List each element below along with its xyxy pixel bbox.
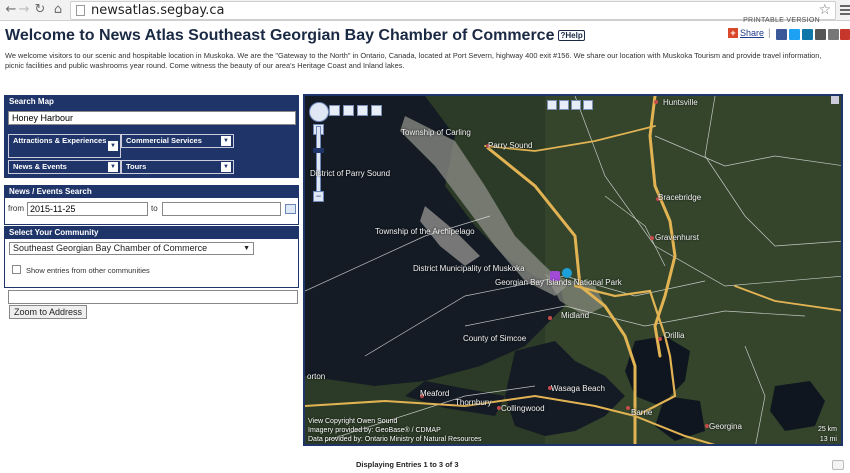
from-date-input[interactable]: [27, 202, 148, 216]
page-title-text: Welcome to News Atlas Southeast Georgian…: [5, 27, 555, 44]
email-icon[interactable]: [815, 29, 826, 40]
print-icon[interactable]: [828, 29, 839, 40]
zoom-slider-handle[interactable]: [313, 148, 324, 153]
map-label: Georgina: [709, 422, 742, 431]
search-map-panel: Search Map Attractions & Experiences ▼ C…: [4, 95, 299, 178]
map-view[interactable]: + − Huntsville Township of Carling Parry…: [303, 94, 843, 446]
hamburger-menu-icon[interactable]: [840, 3, 850, 17]
page-title: Welcome to News Atlas Southeast Georgian…: [5, 27, 585, 45]
chevron-down-icon: ▼: [108, 162, 118, 172]
intro-text: We welcome visitors to our scenic and ho…: [5, 51, 822, 70]
category-label: News & Events: [13, 162, 67, 171]
address-bar[interactable]: newsatlas.segbay.ca ☆: [70, 1, 836, 20]
to-label: to: [151, 204, 158, 213]
map-label: Bracebridge: [658, 193, 702, 202]
chevron-down-icon: ▼: [221, 162, 231, 172]
printable-version-link[interactable]: PRINTABLE VERSION: [743, 17, 820, 24]
show-other-label: Show entries from other communities: [26, 266, 150, 275]
map-search-input[interactable]: [8, 111, 296, 125]
page-icon: [76, 5, 85, 16]
calendar-icon[interactable]: [285, 204, 296, 214]
map-label: Orillia: [664, 331, 685, 340]
linkedin-icon[interactable]: [802, 29, 813, 40]
chevron-down-icon: ▼: [221, 136, 231, 146]
from-label: from: [8, 204, 24, 213]
map-label: Huntsville: [663, 98, 698, 107]
map-tool-icon[interactable]: [343, 105, 354, 116]
address-input[interactable]: [8, 290, 298, 304]
events-search-heading: News / Events Search: [5, 186, 298, 198]
community-heading: Select Your Community: [5, 227, 298, 239]
forward-arrow-icon[interactable]: →: [16, 2, 32, 18]
map-label: Wasaga Beach: [551, 384, 605, 393]
category-attractions-button[interactable]: Attractions & Experiences ▼: [8, 134, 121, 158]
zoom-to-address-button[interactable]: Zoom to Address: [9, 305, 88, 319]
map-tool-icon[interactable]: [559, 100, 569, 110]
category-label: Tours: [126, 162, 147, 171]
scale-mi-label: 13 mi: [819, 436, 837, 443]
attraction-marker-icon[interactable]: [562, 268, 572, 278]
scroll-top-button[interactable]: [832, 460, 844, 470]
map-label: Parry Sound: [488, 141, 533, 150]
share-button[interactable]: + Share: [728, 28, 764, 38]
community-panel: Select Your Community Southeast Georgian…: [4, 226, 299, 288]
map-tool-icon[interactable]: [571, 100, 581, 110]
map-tool-icon[interactable]: [371, 105, 382, 116]
map-label: Midland: [561, 311, 590, 320]
map-label: Thornbury: [455, 398, 492, 407]
map-label: District of Parry Sound: [310, 169, 391, 178]
map-label: District Municipality of Muskoka: [413, 264, 525, 273]
map-label: Collingwood: [501, 404, 545, 413]
map-corner-toggle[interactable]: [831, 96, 839, 104]
community-select[interactable]: Southeast Georgian Bay Chamber of Commer…: [9, 242, 254, 255]
category-tours-button[interactable]: Tours ▼: [121, 160, 234, 174]
map-label: Meaford: [420, 389, 450, 398]
map-label: County of Simcoe: [463, 334, 527, 343]
chevron-down-icon: ▼: [243, 245, 250, 252]
map-copyright-link[interactable]: View Copyright Owen Sound: [308, 418, 397, 425]
map-tool-icon[interactable]: [583, 100, 593, 110]
separator: |: [768, 28, 771, 39]
pan-control-icon[interactable]: [309, 102, 329, 122]
show-other-checkbox[interactable]: [12, 265, 21, 274]
map-label: orton: [307, 372, 326, 381]
category-news-events-button[interactable]: News & Events ▼: [8, 160, 121, 174]
map-imagery-credit: Imagery provided by: GeoBase® / CDMAP: [308, 427, 441, 434]
zoom-slider[interactable]: [316, 126, 321, 192]
community-selected-value: Southeast Georgian Bay Chamber of Commer…: [13, 243, 208, 253]
category-label: Commercial Services: [126, 136, 202, 145]
map-label: Township of Carling: [401, 128, 471, 137]
category-commercial-button[interactable]: Commercial Services ▼: [121, 134, 234, 148]
chevron-down-icon: ▼: [108, 141, 118, 151]
zoom-out-icon[interactable]: −: [313, 191, 324, 202]
map-imagery: [305, 96, 841, 444]
map-tool-icon[interactable]: [357, 105, 368, 116]
gmail-icon[interactable]: [840, 29, 850, 40]
twitter-icon[interactable]: [789, 29, 800, 40]
events-search-panel: News / Events Search from to: [4, 185, 299, 225]
facebook-icon[interactable]: [776, 29, 787, 40]
map-label: Georgian Bay Islands National Park: [495, 278, 622, 287]
map-label: Gravenhurst: [655, 233, 700, 242]
entries-count: Displaying Entries 1 to 3 of 3: [356, 460, 459, 469]
map-tool-icon[interactable]: [329, 105, 340, 116]
map-label: Barrie: [631, 408, 653, 417]
map-data-credit: Data provided by: Ontario Ministry of Na…: [308, 436, 482, 443]
url-text: newsatlas.segbay.ca: [91, 3, 225, 18]
to-date-input[interactable]: [162, 202, 281, 216]
reload-icon[interactable]: ↻: [32, 2, 48, 18]
browser-toolbar: ← → ↻ ⌂ newsatlas.segbay.ca ☆: [0, 0, 850, 21]
map-label: Township of the Archipelago: [375, 227, 475, 236]
category-label: Attractions & Experiences: [13, 136, 107, 145]
map-tool-icon[interactable]: [547, 100, 557, 110]
share-label: Share: [740, 28, 765, 38]
bookmark-star-icon[interactable]: ☆: [818, 2, 831, 18]
search-map-heading: Search Map: [5, 96, 298, 108]
scale-km-label: 25 km: [817, 426, 837, 433]
help-button[interactable]: ?Help: [558, 30, 585, 41]
plus-icon: +: [728, 28, 738, 38]
home-icon[interactable]: ⌂: [50, 2, 66, 18]
